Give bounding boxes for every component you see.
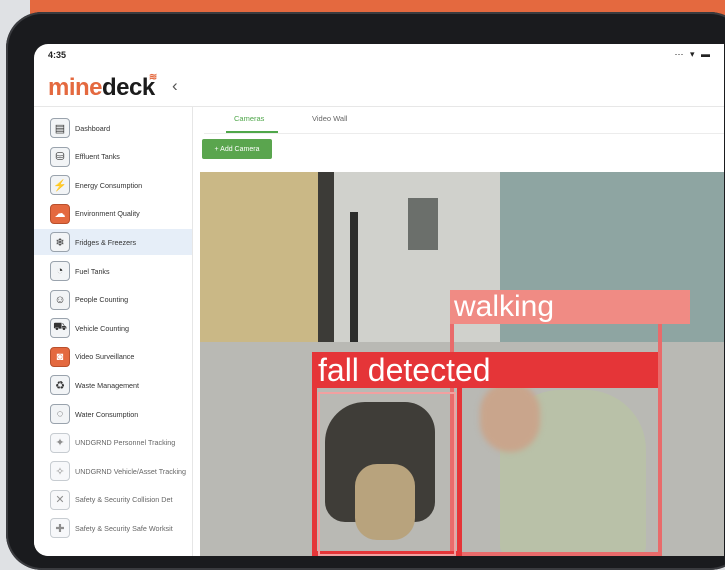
status-bar: 4:35 ⋯ ▾ ▬	[34, 44, 724, 66]
add-camera-button[interactable]: + Add Camera	[202, 139, 272, 159]
detection-label-fall: fall detected	[312, 352, 658, 388]
video-scene-door-frame	[318, 172, 334, 362]
tab-cameras[interactable]: Cameras	[234, 114, 264, 123]
dashboard-icon: ▤	[50, 118, 70, 138]
sidebar-item-label: Fuel Tanks	[75, 266, 110, 276]
sidebar-item-label: UNDGRND Vehicle/Asset Tracking	[75, 466, 187, 476]
people-icon: ☺	[50, 289, 70, 310]
environment-icon: ☁	[50, 203, 70, 224]
minedeck-logo[interactable]: minedeck ≋	[48, 72, 157, 102]
water-icon: ◌	[50, 404, 70, 424]
video-scene-wall-panel	[408, 198, 438, 250]
fridge-icon: ❄	[50, 232, 70, 253]
collapse-sidebar-icon[interactable]: ‹	[172, 76, 178, 96]
sidebar-item-energy-consumption[interactable]: ⚡ Energy Consumption	[34, 172, 192, 198]
detection-box-fall-inner	[318, 392, 456, 556]
sidebar-item-label: Safety & Security Safe Worksit	[75, 523, 173, 533]
sidebar-item-label: Effluent Tanks	[75, 152, 120, 162]
sidebar-item-video-surveillance[interactable]: ◙ Video Surveillance	[34, 344, 192, 370]
sidebar-item-vehicle-counting[interactable]: ⛟ Vehicle Counting	[34, 315, 192, 341]
sidebar-item-label: Vehicle Counting	[75, 323, 129, 333]
camera-video-feed[interactable]: walking fall detected	[200, 172, 724, 556]
detection-label-walking: walking	[450, 290, 690, 324]
energy-icon: ⚡	[50, 175, 70, 196]
sidebar-item-label: Dashboard	[75, 123, 111, 133]
app-header: minedeck ≋ ‹	[34, 66, 724, 107]
video-scene-pole	[350, 212, 358, 352]
sidebar-item-people-counting[interactable]: ☺ People Counting	[34, 287, 192, 313]
sidebar-item-label: Video Surveillance	[75, 352, 135, 362]
sidebar-item-label: Energy Consumption	[75, 180, 143, 190]
video-scene-wall-left	[200, 172, 318, 348]
logo-text-mine: mine	[48, 74, 103, 101]
tank-icon: ⛁	[50, 146, 70, 167]
tablet-device: 4:35 ⋯ ▾ ▬ minedeck ≋ ‹ ▤ Dashboard ⛁ Efflu…	[6, 12, 725, 570]
sidebar-item-label: Environment Quality	[75, 209, 140, 219]
tab-bar: Cameras Video Wall	[204, 107, 724, 134]
personnel-tracking-icon: ✦	[50, 432, 70, 453]
sidebar-item-label: People Counting	[75, 295, 129, 305]
active-tab-indicator	[226, 131, 278, 133]
sidebar-item-label: UNDGRND Personnel Tracking	[75, 438, 176, 448]
sidebar-item-effluent-tanks[interactable]: ⛁ Effluent Tanks	[34, 144, 192, 170]
status-icons: ⋯ ▾ ▬	[674, 49, 712, 59]
app-screen: 4:35 ⋯ ▾ ▬ minedeck ≋ ‹ ▤ Dashboard ⛁ Efflu…	[34, 44, 724, 556]
asset-tracking-icon: ✧	[50, 461, 70, 482]
vehicle-icon: ⛟	[50, 318, 70, 339]
sidebar-item-label: Safety & Security Collision Det	[75, 495, 173, 505]
tab-video-wall[interactable]: Video Wall	[312, 114, 347, 123]
sidebar-item-label: Waste Management	[75, 380, 140, 390]
waste-bin-icon: ♻	[50, 375, 70, 396]
collision-icon: ✕	[50, 489, 70, 510]
sidebar-item-dashboard[interactable]: ▤ Dashboard	[34, 115, 192, 141]
sidebar-item-water-consumption[interactable]: ◌ Water Consumption	[34, 401, 192, 427]
sidebar: ▤ Dashboard ⛁ Effluent Tanks ⚡ Energy Consump…	[34, 107, 193, 556]
sidebar-item-fridges-freezers[interactable]: ❄ Fridges & Freezers	[34, 229, 192, 256]
sidebar-item-undgrnd-vehicle-asset-tracking[interactable]: ✧ UNDGRND Vehicle/Asset Tracking	[34, 458, 192, 484]
sidebar-item-safety-security-safe-worksit[interactable]: ✚ Safety & Security Safe Worksit	[34, 515, 192, 541]
sidebar-item-label: Fridges & Freezers	[75, 237, 137, 247]
sidebar-item-label: Water Consumption	[75, 409, 139, 419]
camera-icon: ◙	[50, 346, 70, 367]
wifi-signal-icon: ≋	[148, 72, 157, 83]
safe-worksite-icon: ✚	[50, 518, 70, 539]
logo-text-deck: deck	[102, 74, 155, 101]
sidebar-item-fuel-tanks[interactable]: ◔ Fuel Tanks	[34, 258, 192, 284]
sidebar-item-environment-quality[interactable]: ☁ Environment Quality	[34, 201, 192, 227]
fuel-gauge-icon: ◔	[50, 261, 70, 281]
sidebar-item-waste-management[interactable]: ♻ Waste Management	[34, 372, 192, 398]
sidebar-item-undgrnd-personnel-tracking[interactable]: ✦ UNDGRND Personnel Tracking	[34, 430, 192, 456]
sidebar-item-safety-security-collision-det[interactable]: ✕ Safety & Security Collision Det	[34, 487, 192, 513]
status-time: 4:35	[48, 50, 67, 60]
